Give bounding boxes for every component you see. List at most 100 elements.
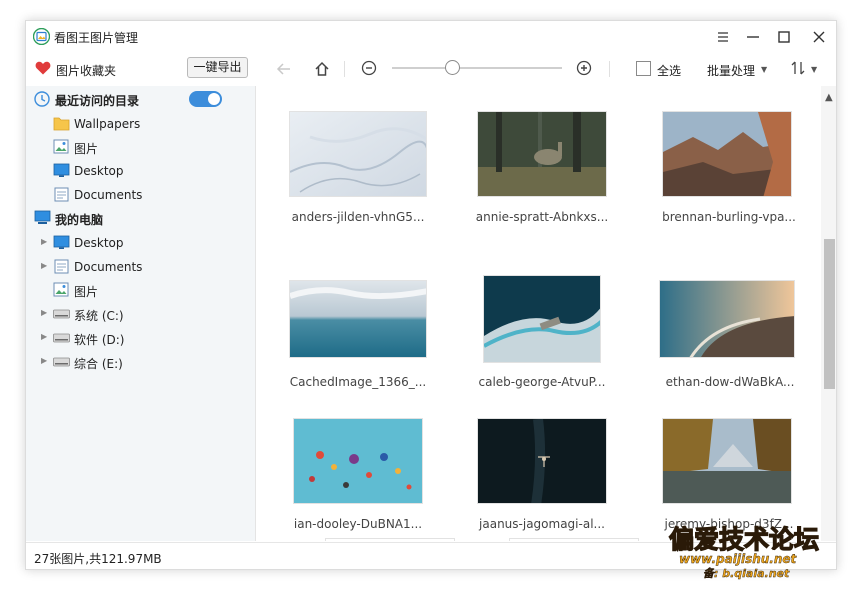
menu-icon[interactable]	[713, 27, 733, 47]
sidebar-item-desktop[interactable]: Desktop	[26, 160, 256, 182]
pictures-icon	[53, 139, 69, 154]
thumbnail-item[interactable]: CachedImage_1366_...	[289, 280, 439, 420]
thumbnail-partial[interactable]	[509, 538, 639, 541]
thumbnail-item[interactable]: ian-dooley-DuBNA1...	[293, 418, 443, 541]
thumbnail-caption: CachedImage_1366_...	[289, 375, 427, 389]
aerial-beach-image[interactable]	[483, 275, 601, 363]
snow-landscape-image[interactable]	[289, 111, 427, 197]
status-text: 27张图片,共121.97MB	[34, 552, 162, 566]
thumbnail-item[interactable]: ethan-dow-dWaBkA...	[659, 280, 809, 420]
sidebar-item-label: Desktop	[74, 164, 124, 178]
zoom-slider-track[interactable]	[392, 67, 562, 69]
desktop-icon	[53, 163, 70, 177]
select-all-checkbox[interactable]	[636, 61, 651, 76]
folder-icon	[53, 117, 70, 131]
select-all-label[interactable]: 全选	[657, 62, 681, 79]
thumbnail-grid: anders-jilden-vhnG5... annie-spratt-Abnk…	[257, 86, 836, 541]
thumbnail-caption: annie-spratt-Abnkxs...	[475, 210, 609, 224]
sidebar-item-label: 图片	[74, 285, 99, 299]
app-window: 看图王图片管理 图片收藏夹 一键导出 全选 批量处理 ▼ ▼ 最近访问的目录 W…	[25, 20, 837, 570]
forest-deer-image[interactable]	[477, 111, 607, 197]
thumbnail-item[interactable]: jaanus-jagomagi-al...	[477, 418, 627, 541]
window-title: 看图王图片管理	[54, 31, 139, 45]
documents-icon	[54, 259, 69, 274]
thumbnail-caption: caleb-george-AtvuP...	[478, 375, 606, 389]
sidebar-item-wallpapers[interactable]: Wallpapers	[26, 113, 256, 135]
forum-watermark-logo: 偏爱技术论坛 www.paijishu.net 备: b.qiaia.net	[668, 524, 819, 580]
drive-icon	[53, 309, 70, 319]
up-folder-icon[interactable]	[312, 59, 332, 79]
thumbnail-item[interactable]: caleb-george-AtvuP...	[479, 275, 633, 415]
scrollbar-thumb[interactable]	[824, 239, 835, 389]
sidebar: 最近访问的目录 Wallpapers 图片 Desktop Documents …	[26, 86, 256, 541]
thumbnail-item[interactable]: anders-jilden-vhnG5...	[289, 111, 439, 251]
drive-icon	[53, 333, 70, 343]
computer-icon	[34, 210, 51, 224]
zoom-in-icon[interactable]	[576, 60, 592, 76]
ocean-horizon-image[interactable]	[289, 280, 427, 358]
clock-icon	[34, 91, 50, 107]
chevron-down-icon[interactable]: ▼	[761, 65, 767, 74]
export-button[interactable]: 一键导出	[187, 57, 248, 78]
pictures-icon	[53, 282, 69, 297]
canyon-image[interactable]	[662, 111, 792, 197]
svg-text:偏爱技术论坛: 偏爱技术论坛	[669, 525, 819, 554]
dark-water-swimmer-image[interactable]	[477, 418, 607, 504]
chevron-right-icon[interactable]: ▶	[41, 237, 47, 246]
svg-text:www.paijishu.net: www.paijishu.net	[679, 552, 798, 566]
toolbar-divider	[344, 61, 345, 77]
my-computer-label: 我的电脑	[55, 213, 104, 227]
sidebar-item-label: 系统 (C:)	[74, 309, 124, 323]
sidebar-item-label: Documents	[74, 188, 143, 202]
app-logo-icon	[33, 28, 50, 45]
sidebar-item-pictures[interactable]: 图片	[26, 279, 256, 301]
thumbnail-caption: jaanus-jagomagi-al...	[479, 517, 605, 531]
documents-icon	[54, 187, 69, 202]
sort-icon[interactable]	[790, 60, 806, 76]
chevron-right-icon[interactable]: ▶	[41, 332, 47, 341]
zoom-slider-thumb[interactable]	[445, 60, 460, 75]
sidebar-item-label: 综合 (E:)	[74, 357, 123, 371]
recent-directories-toggle[interactable]	[189, 91, 222, 107]
desktop-icon	[53, 235, 70, 249]
thumbnail-partial[interactable]	[325, 538, 455, 541]
recent-directories-header[interactable]: 最近访问的目录	[26, 88, 256, 110]
sidebar-item-label: Wallpapers	[74, 117, 141, 131]
vertical-scrollbar[interactable]: ▲	[821, 86, 836, 541]
sidebar-item-drive-c[interactable]: ▶ 系统 (C:)	[26, 303, 256, 325]
sidebar-item-drive-d[interactable]: ▶ 软件 (D:)	[26, 327, 256, 349]
scroll-up-icon[interactable]: ▲	[825, 92, 833, 103]
minimize-icon[interactable]	[743, 27, 763, 47]
thumbnail-item[interactable]: brennan-burling-vpa...	[662, 111, 812, 251]
batch-process-dropdown[interactable]: 批量处理	[707, 62, 755, 79]
sidebar-item-documents[interactable]: Documents	[26, 184, 256, 206]
sidebar-item-label: Desktop	[74, 236, 124, 250]
title-bar: 看图王图片管理	[26, 21, 836, 53]
autumn-lake-image[interactable]	[662, 418, 792, 504]
sidebar-item-documents[interactable]: ▶ Documents	[26, 256, 256, 278]
maximize-icon[interactable]	[774, 27, 794, 47]
sidebar-item-drive-e[interactable]: ▶ 综合 (E:)	[26, 351, 256, 373]
favorites-label[interactable]: 图片收藏夹	[56, 62, 116, 79]
close-icon[interactable]	[809, 27, 829, 47]
back-arrow-icon[interactable]	[274, 59, 294, 79]
thumbnail-item[interactable]: annie-spratt-Abnkxs...	[476, 111, 627, 251]
sidebar-item-desktop[interactable]: ▶ Desktop	[26, 232, 256, 254]
chevron-right-icon[interactable]: ▶	[41, 356, 47, 365]
toolbar: 图片收藏夹 一键导出 全选 批量处理 ▼ ▼	[26, 54, 836, 86]
chevron-right-icon[interactable]: ▶	[41, 261, 47, 270]
recent-directories-label: 最近访问的目录	[55, 94, 140, 108]
drive-icon	[53, 357, 70, 367]
thumbnail-caption: anders-jilden-vhnG5...	[291, 210, 425, 224]
sidebar-item-pictures[interactable]: 图片	[26, 136, 256, 158]
sidebar-item-label: 软件 (D:)	[74, 333, 125, 347]
heart-icon[interactable]	[35, 61, 51, 75]
zoom-out-icon[interactable]	[361, 60, 377, 76]
hot-air-balloons-image[interactable]	[293, 418, 423, 504]
coastline-sunset-image[interactable]	[659, 280, 795, 358]
my-computer-header[interactable]: 我的电脑	[26, 207, 256, 229]
sidebar-item-label: Documents	[74, 260, 143, 274]
chevron-down-icon[interactable]: ▼	[811, 65, 817, 74]
chevron-right-icon[interactable]: ▶	[41, 308, 47, 317]
thumbnail-caption: brennan-burling-vpa...	[662, 210, 796, 224]
